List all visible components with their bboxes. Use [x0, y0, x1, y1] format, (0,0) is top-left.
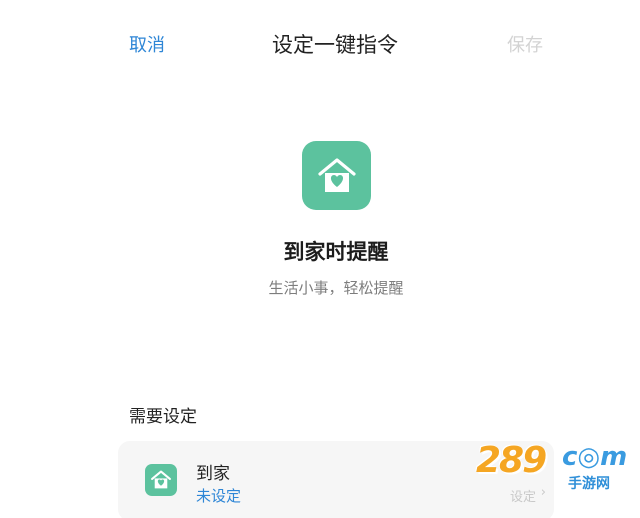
watermark-numeral: 289: [476, 440, 547, 481]
page-title: 设定一键指令: [272, 33, 398, 57]
watermark-com: c◎m: [562, 442, 628, 472]
save-button[interactable]: 保存: [507, 31, 543, 57]
site-watermark-logo: 289 c◎m 手游网: [476, 440, 628, 492]
reminder-subtitle: 生活小事，轻松提醒: [268, 279, 404, 297]
home-heart-icon: [302, 141, 371, 210]
section-heading: 需要设定: [129, 407, 197, 427]
condition-title: 到家: [196, 464, 230, 484]
screen: 取消 设定一键指令 保存 到家时提醒 生活小事，轻松提醒 需要设定 到家 未设定…: [0, 0, 640, 518]
home-heart-icon: [145, 464, 177, 496]
watermark-subtitle: 手游网: [568, 476, 610, 492]
condition-action-label[interactable]: 设定: [510, 486, 536, 505]
condition-status: 未设定: [196, 487, 242, 505]
reminder-title: 到家时提醒: [283, 240, 389, 264]
